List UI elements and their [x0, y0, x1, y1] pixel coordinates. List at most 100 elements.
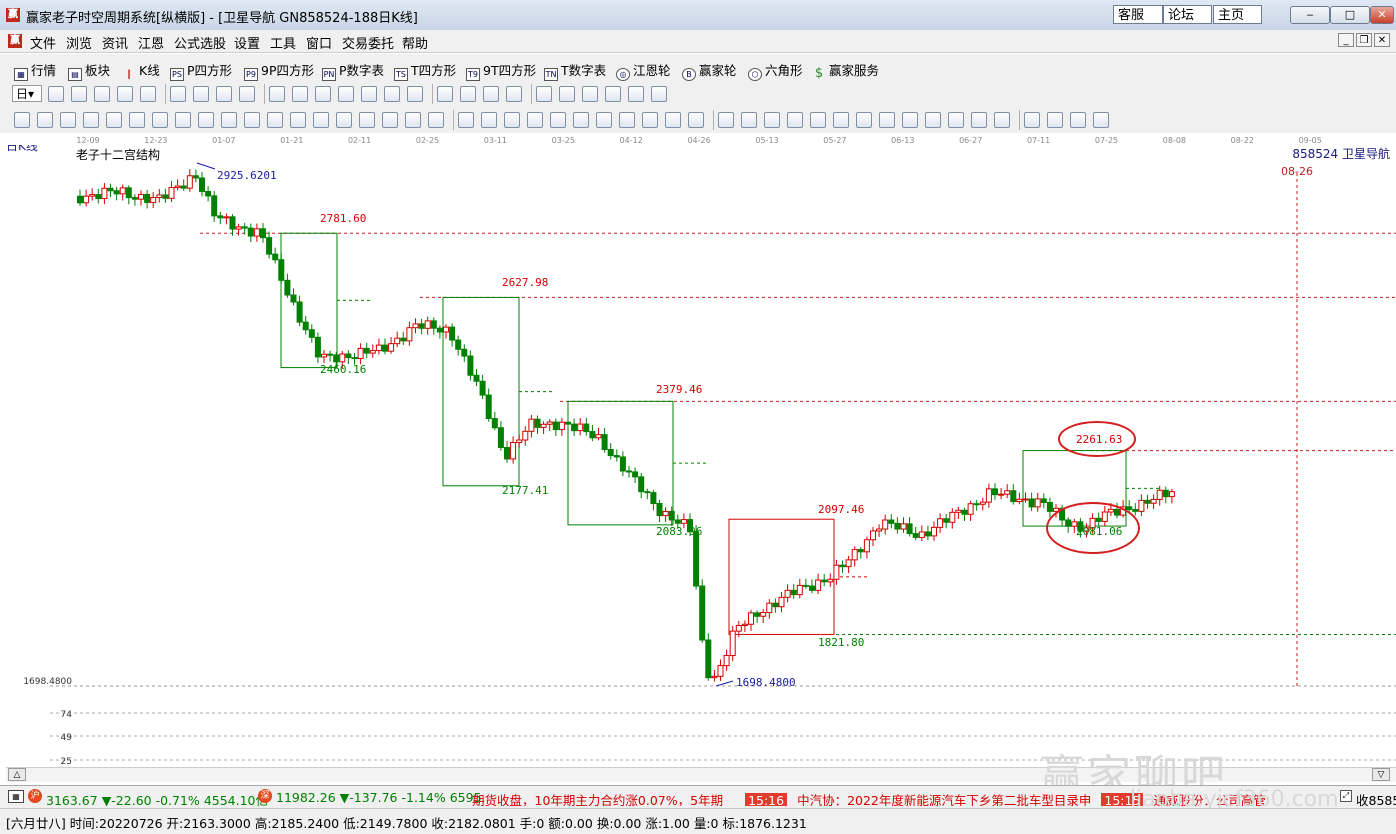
tb2-tool-icon[interactable]	[1070, 112, 1086, 128]
link-service[interactable]: 客服	[1113, 5, 1163, 24]
menu-help[interactable]: 帮助	[402, 33, 428, 52]
func-quotes[interactable]: ▦ 行情	[14, 60, 56, 81]
tb2-tool-icon[interactable]	[550, 112, 566, 128]
close-button[interactable]: ✕	[1370, 6, 1394, 24]
func-9t-square[interactable]: T9 9T四方形	[466, 60, 536, 81]
tb2-tool-icon[interactable]	[37, 112, 53, 128]
tb2-tool-icon[interactable]	[481, 112, 497, 128]
expand-icon[interactable]: ⤢	[1340, 790, 1352, 802]
tb1-tool-icon[interactable]	[48, 86, 64, 102]
tb2-tool-icon[interactable]	[573, 112, 589, 128]
tb2-tool-icon[interactable]	[971, 112, 987, 128]
tb2-tool-icon[interactable]	[382, 112, 398, 128]
calculator-icon[interactable]: ▦	[8, 790, 24, 803]
tb2-tool-icon[interactable]	[458, 112, 474, 128]
tb2-tool-icon[interactable]	[1024, 112, 1040, 128]
tb2-tool-icon[interactable]	[313, 112, 329, 128]
func-hexagon[interactable]: ⬡ 六角形	[748, 60, 803, 81]
mdi-minimize-button[interactable]: _	[1338, 33, 1354, 47]
tb1-tool-icon[interactable]	[460, 86, 476, 102]
period-select[interactable]: 日▾	[12, 85, 42, 102]
menu-trade[interactable]: 交易委托	[342, 33, 394, 52]
tb2-tool-icon[interactable]	[106, 112, 122, 128]
tb1-tool-icon[interactable]	[437, 86, 453, 102]
tb2-tool-icon[interactable]	[902, 112, 918, 128]
tb1-tool-icon[interactable]	[536, 86, 552, 102]
tb1-tool-icon[interactable]	[384, 86, 400, 102]
tb2-tool-icon[interactable]	[504, 112, 520, 128]
tb2-tool-icon[interactable]	[83, 112, 99, 128]
tb1-tool-icon[interactable]	[117, 86, 133, 102]
tb1-tool-icon[interactable]	[216, 86, 232, 102]
tb2-tool-icon[interactable]	[290, 112, 306, 128]
tb2-tool-icon[interactable]	[833, 112, 849, 128]
tb2-tool-icon[interactable]	[665, 112, 681, 128]
tb1-tool-icon[interactable]	[71, 86, 87, 102]
scroll-up-icon[interactable]: △	[8, 768, 26, 781]
tb1-tool-icon[interactable]	[94, 86, 110, 102]
kline-chart[interactable]: 日K线 老子十二宫结构 858524 卫星导航 12-09 12-23 01-07 0…	[0, 133, 1396, 781]
link-home[interactable]: 主页	[1213, 5, 1262, 24]
index2-quote[interactable]: 11982.26 ▼-137.76 -1.14% 6595.	[276, 790, 486, 805]
tb1-tool-icon[interactable]	[315, 86, 331, 102]
tb2-tool-icon[interactable]	[129, 112, 145, 128]
func-winner-wheel[interactable]: B 赢家轮	[682, 60, 737, 81]
tb1-tool-icon[interactable]	[269, 86, 285, 102]
tb2-tool-icon[interactable]	[60, 112, 76, 128]
func-gann-wheel[interactable]: ◎ 江恩轮	[616, 60, 671, 81]
tb2-tool-icon[interactable]	[221, 112, 237, 128]
tb2-tool-icon[interactable]	[198, 112, 214, 128]
func-9p-square[interactable]: P9 9P四方形	[244, 60, 314, 81]
tb1-tool-icon[interactable]	[140, 86, 156, 102]
tb1-tool-icon[interactable]	[651, 86, 667, 102]
tb2-tool-icon[interactable]	[359, 112, 375, 128]
tb1-tool-icon[interactable]	[170, 86, 186, 102]
func-sectors[interactable]: ▤ 板块	[68, 60, 110, 81]
menu-settings[interactable]: 设置	[234, 33, 260, 52]
tb1-tool-icon[interactable]	[338, 86, 354, 102]
tb2-tool-icon[interactable]	[1047, 112, 1063, 128]
menu-news[interactable]: 资讯	[102, 33, 128, 52]
tb1-tool-icon[interactable]	[582, 86, 598, 102]
tb2-tool-icon[interactable]	[336, 112, 352, 128]
tb2-tool-icon[interactable]	[152, 112, 168, 128]
menu-formula[interactable]: 公式选股	[174, 33, 226, 52]
tb2-tool-icon[interactable]	[948, 112, 964, 128]
tb2-tool-icon[interactable]	[688, 112, 704, 128]
tb1-tool-icon[interactable]	[239, 86, 255, 102]
menu-file[interactable]: 文件	[30, 33, 56, 52]
tb1-tool-icon[interactable]	[193, 86, 209, 102]
tb1-tool-icon[interactable]	[361, 86, 377, 102]
tb2-tool-icon[interactable]	[810, 112, 826, 128]
tb2-tool-icon[interactable]	[994, 112, 1010, 128]
menu-browse[interactable]: 浏览	[66, 33, 92, 52]
tb1-tool-icon[interactable]	[605, 86, 621, 102]
tb1-tool-icon[interactable]	[628, 86, 644, 102]
minimize-button[interactable]: ‒	[1290, 6, 1330, 24]
tb2-tool-icon[interactable]	[764, 112, 780, 128]
tb2-tool-icon[interactable]	[244, 112, 260, 128]
func-t-table[interactable]: TN T数字表	[544, 60, 606, 81]
tb2-tool-icon[interactable]	[787, 112, 803, 128]
menu-tools[interactable]: 工具	[270, 33, 296, 52]
link-forum[interactable]: 论坛	[1163, 5, 1212, 24]
tb2-tool-icon[interactable]	[741, 112, 757, 128]
index1-quote[interactable]: 3163.67 ▼-22.60 -0.71% 4554.10亿	[46, 790, 268, 809]
tb2-tool-icon[interactable]	[428, 112, 444, 128]
func-service[interactable]: $ 赢家服务	[812, 60, 879, 81]
tb2-tool-icon[interactable]	[405, 112, 421, 128]
maximize-button[interactable]: □	[1330, 6, 1370, 24]
tb2-tool-icon[interactable]	[642, 112, 658, 128]
func-p-table[interactable]: PN P数字表	[322, 60, 384, 81]
mdi-restore-button[interactable]: ❐	[1356, 33, 1372, 47]
tb1-tool-icon[interactable]	[559, 86, 575, 102]
func-kline[interactable]: ┃ K线	[122, 60, 160, 82]
func-t-square[interactable]: TS T四方形	[394, 60, 456, 81]
tb2-tool-icon[interactable]	[619, 112, 635, 128]
tb2-tool-icon[interactable]	[718, 112, 734, 128]
func-p-square[interactable]: PS P四方形	[170, 60, 232, 81]
tb2-tool-icon[interactable]	[175, 112, 191, 128]
tb2-tool-icon[interactable]	[1093, 112, 1109, 128]
menu-window[interactable]: 窗口	[306, 33, 332, 52]
tb1-tool-icon[interactable]	[407, 86, 423, 102]
